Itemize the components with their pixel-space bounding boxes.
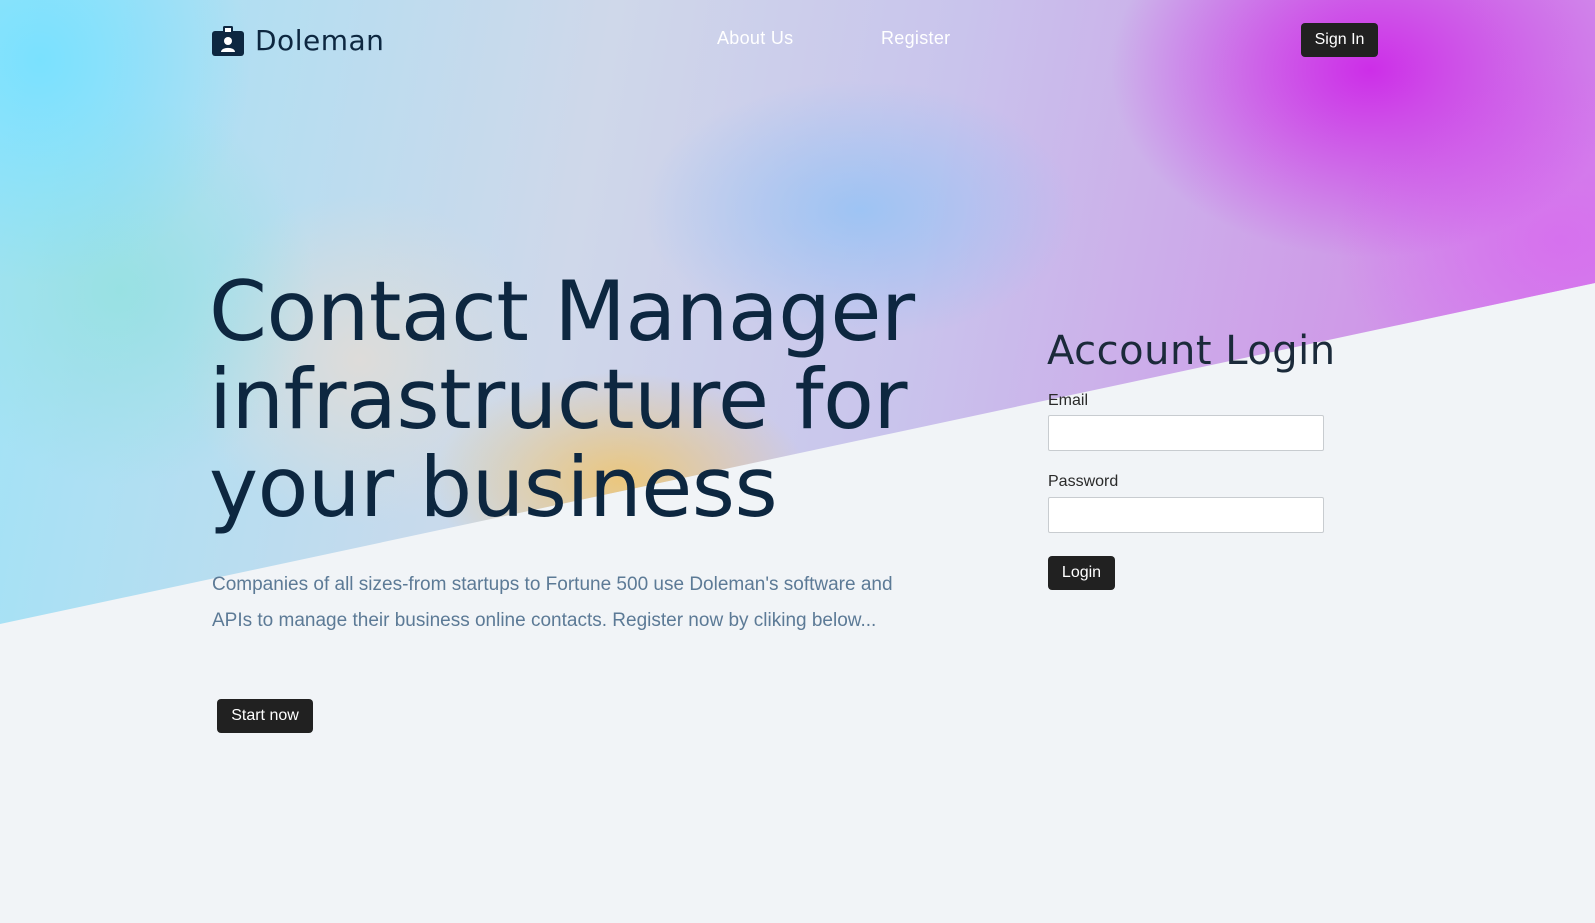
email-label: Email — [1048, 392, 1089, 409]
email-field[interactable] — [1048, 415, 1324, 451]
landing-page: Doleman About Us Register Sign In Contac… — [0, 0, 1595, 923]
nav-register-link[interactable]: Register — [881, 28, 950, 49]
start-now-button[interactable]: Start now — [217, 699, 313, 733]
id-badge-icon — [212, 25, 244, 56]
brand-name: Doleman — [255, 24, 385, 57]
brand-logo[interactable]: Doleman — [212, 24, 384, 57]
login-button[interactable]: Login — [1048, 556, 1115, 590]
password-field[interactable] — [1048, 497, 1324, 533]
hero-subtext: Companies of all sizes-from startups to … — [212, 574, 893, 631]
login-title: Account Login — [1047, 328, 1336, 374]
hero-headline: Contact Manager infrastructure for your … — [209, 263, 915, 536]
nav-about-us-link[interactable]: About Us — [717, 28, 793, 49]
sign-in-button[interactable]: Sign In — [1301, 23, 1378, 57]
password-label: Password — [1048, 473, 1119, 490]
